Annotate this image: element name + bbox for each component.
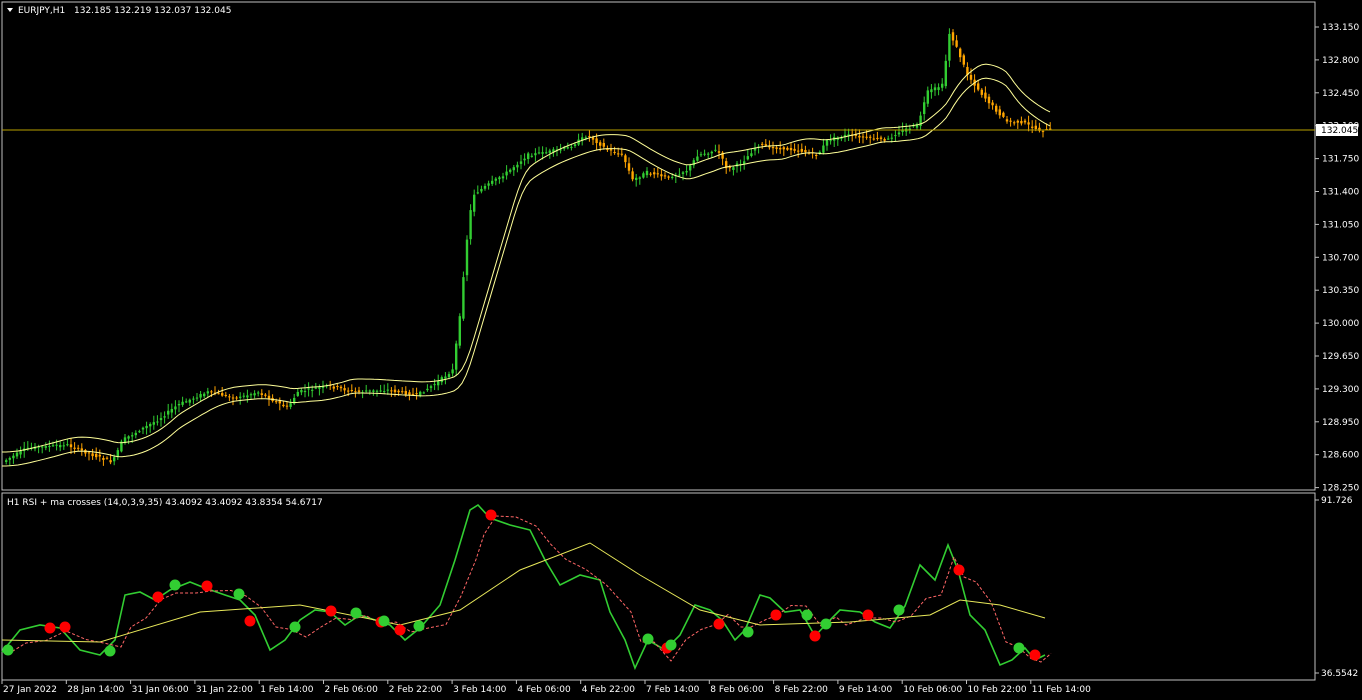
cross-down-marker bbox=[244, 615, 256, 627]
time-axis-label: 3 Feb 14:00 bbox=[453, 685, 507, 695]
price-axis-label: 132.450 bbox=[1322, 89, 1359, 99]
candle bbox=[469, 204, 472, 245]
candle bbox=[465, 235, 469, 282]
time-axis-label: 4 Feb 22:00 bbox=[582, 685, 636, 695]
cross-up-marker bbox=[350, 607, 362, 619]
time-axis-label: 4 Feb 06:00 bbox=[517, 685, 571, 695]
time-axis-label: 27 Jan 2022 bbox=[3, 685, 57, 695]
cross-up-marker bbox=[413, 620, 425, 632]
time-axis-label: 31 Jan 06:00 bbox=[132, 685, 189, 695]
cross-down-marker bbox=[44, 622, 56, 634]
time-axis-label: 8 Feb 06:00 bbox=[710, 685, 764, 695]
cross-down-marker bbox=[201, 580, 213, 592]
time-axis-label: 10 Feb 06:00 bbox=[903, 685, 962, 695]
time-axis: 27 Jan 2022 28 Jan 14:00 31 Jan 06:00 31 Ja… bbox=[1, 680, 1091, 695]
time-axis-label: 2 Feb 06:00 bbox=[325, 685, 379, 695]
cross-down-marker bbox=[485, 509, 497, 521]
price-axis-label: 128.950 bbox=[1322, 418, 1359, 428]
indicator-label: H1 RSI + ma crosses (14,0,3,9,35) 43.409… bbox=[7, 498, 323, 508]
price-axis-label: 128.250 bbox=[1322, 484, 1359, 494]
price-axis-label: 131.750 bbox=[1322, 155, 1359, 165]
cross-up-marker bbox=[1013, 642, 1025, 654]
price-panel-header: EURJPY,H1 132.185 132.219 132.037 132.04… bbox=[7, 6, 231, 16]
cross-up-marker bbox=[742, 626, 754, 638]
cross-up-marker bbox=[665, 639, 677, 651]
cross-up-marker bbox=[378, 615, 390, 627]
time-axis-label: 28 Jan 14:00 bbox=[67, 685, 124, 695]
price-axis-label: 132.800 bbox=[1322, 56, 1359, 66]
cross-down-marker bbox=[394, 624, 406, 636]
cross-down-marker bbox=[325, 605, 337, 617]
cross-up-marker bbox=[820, 618, 832, 630]
cross-down-marker bbox=[152, 591, 164, 603]
cross-down-marker bbox=[862, 609, 874, 621]
cross-down-marker bbox=[770, 609, 782, 621]
cross-down-marker bbox=[713, 618, 725, 630]
candle bbox=[458, 313, 461, 349]
candle bbox=[462, 271, 465, 321]
cross-up-marker bbox=[2, 644, 14, 656]
ohlc-values: 132.185 132.219 132.037 132.045 bbox=[74, 6, 231, 16]
time-axis-label: 1 Feb 14:00 bbox=[260, 685, 314, 695]
price-axis-label: 130.000 bbox=[1322, 319, 1359, 329]
cross-down-marker bbox=[953, 564, 965, 576]
time-axis-label: 9 Feb 14:00 bbox=[839, 685, 893, 695]
cross-up-marker bbox=[289, 621, 301, 633]
cross-up-marker bbox=[104, 645, 116, 657]
time-axis-label: 10 Feb 22:00 bbox=[968, 685, 1027, 695]
price-axis-label: 130.350 bbox=[1322, 286, 1359, 296]
time-axis-label: 31 Jan 22:00 bbox=[196, 685, 253, 695]
price-axis-label: 131.050 bbox=[1322, 220, 1359, 230]
cross-up-marker bbox=[893, 604, 905, 616]
time-axis-label: 11 Feb 14:00 bbox=[1032, 685, 1091, 695]
cross-down-marker bbox=[809, 630, 821, 642]
cross-up-marker bbox=[233, 588, 245, 600]
indicator-axis: 91.726 36.5542 bbox=[1315, 496, 1358, 679]
indicator-axis-top: 91.726 bbox=[1321, 496, 1353, 506]
chart-window: EURJPY,H1 132.185 132.219 132.037 132.04… bbox=[1, 1, 1359, 695]
current-price-tag: 132.045 bbox=[1316, 124, 1358, 136]
cross-down-marker bbox=[59, 621, 71, 633]
cross-up-marker bbox=[169, 579, 181, 591]
price-axis-label: 129.650 bbox=[1322, 352, 1359, 362]
time-axis-label: 2 Feb 22:00 bbox=[389, 685, 443, 695]
price-axis-label: 131.400 bbox=[1322, 188, 1359, 198]
price-axis-label: 128.600 bbox=[1322, 451, 1359, 461]
price-axis-label: 130.700 bbox=[1322, 253, 1359, 263]
indicator-axis-bottom: 36.5542 bbox=[1321, 669, 1358, 679]
price-axis-label: 129.300 bbox=[1322, 385, 1359, 395]
cross-up-marker bbox=[642, 633, 654, 645]
indicator-panel[interactable] bbox=[1, 492, 1316, 681]
cross-down-marker bbox=[1029, 649, 1041, 661]
time-axis-label: 7 Feb 14:00 bbox=[646, 685, 700, 695]
price-axis-label: 133.150 bbox=[1322, 23, 1359, 33]
cross-up-marker bbox=[801, 609, 813, 621]
symbol-label: EURJPY,H1 bbox=[18, 6, 65, 16]
time-axis-label: 8 Feb 22:00 bbox=[775, 685, 829, 695]
current-price-value: 132.045 bbox=[1321, 126, 1358, 136]
price-axis: 133.150132.800132.450132.100131.750131.4… bbox=[1315, 23, 1359, 494]
